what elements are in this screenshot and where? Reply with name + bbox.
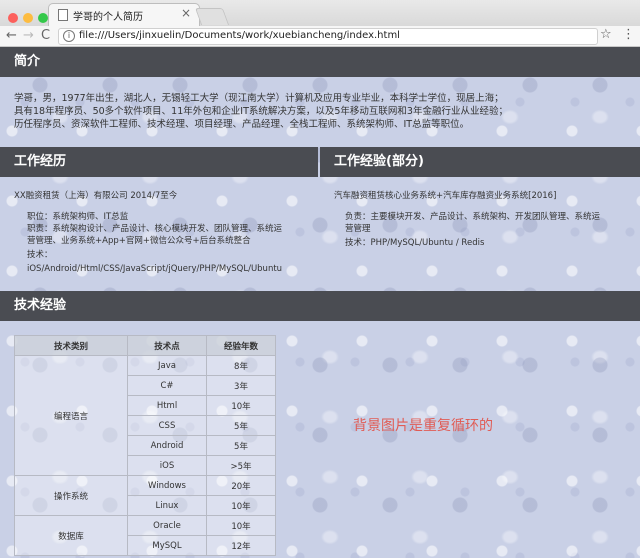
bookmark-star-icon[interactable]: ☆ [600,27,612,42]
skills-heading: 技术经验 [0,291,640,321]
forward-icon[interactable]: → [23,28,34,43]
work-line: iOS/Android/Html/CSS/JavaScript/jQuery/P… [27,264,283,274]
tech-cell: C# [127,375,207,396]
table-row: 数据库 Oracle 10年 [14,515,276,556]
years-cell: 5年 [206,415,276,436]
intro-line: 历任程序员、资深软件工程师、技术经理、项目经理、产品经理、全栈工程师、系统架构师… [14,119,470,130]
work-line: 职责：系统架构设计、产品设计、核心模块开发、团队管理、系统运 [27,224,283,234]
column-header: 经验年数 [206,335,276,356]
tech-cell: Linux [127,495,207,516]
column-header: 技术类别 [14,335,128,356]
window-controls [8,8,53,27]
years-cell: 3年 [206,375,276,396]
browser-tab[interactable]: 学哥的个人简历 × [48,3,200,27]
tech-cell: CSS [127,415,207,436]
work-line: 职位：系统架构师、IT总监 [27,212,129,222]
category-cell: 操作系统 [14,475,128,516]
work-company: XX融资租赁（上海）有限公司 2014/7至今 [14,191,178,201]
background-note: 背景图片是重复循环的 [353,418,493,434]
tech-cell: Html [127,395,207,416]
url-text[interactable]: file:///Users/jinxuelin/Documents/work/x… [79,30,400,41]
category-cell: 数据库 [14,515,128,556]
new-tab-button[interactable] [194,8,230,25]
table-row: 操作系统 Windows 20年 [14,475,276,516]
browser-tab-bar: 学哥的个人简历 × [0,0,640,27]
tab-title: 学哥的个人简历 [73,12,143,23]
experience-project: 汽车融资租赁核心业务系统+汽车库存融资业务系统[2016] [334,191,557,201]
work-heading: 工作经历 [0,147,318,177]
years-cell: 5年 [206,435,276,456]
minimize-window-button[interactable] [23,13,33,23]
close-window-button[interactable] [8,13,18,23]
intro-line: 学哥，男，1977年出生，湖北人，无锡轻工大学（现江南大学）计算机及应用专业毕业… [14,93,504,104]
experience-line: 营管理 [345,224,371,234]
column-header: 技术点 [127,335,207,356]
experience-line: 技术：PHP/MySQL/Ubuntu / Redis [345,238,485,248]
document-icon [58,9,68,21]
info-icon[interactable]: i [63,30,75,42]
tech-cell: MySQL [127,535,207,556]
tech-cell: Windows [127,475,207,496]
intro-heading: 简介 [0,47,640,77]
years-cell: 8年 [206,355,276,376]
reload-icon[interactable]: C [41,28,50,43]
tech-cell: Android [127,435,207,456]
table-row: 编程语言 Java 8年 [14,355,276,476]
browser-menu-icon[interactable]: ⋮ [622,27,635,42]
years-cell: 20年 [206,475,276,496]
experience-heading: 工作经验(部分) [320,147,640,177]
years-cell: 12年 [206,535,276,556]
intro-line: 具有18年程序员、50多个软件项目、11年外包和企业IT系统解决方案，以及5年移… [14,106,508,117]
years-cell: 10年 [206,495,276,516]
skills-table: 技术类别 技术点 经验年数 编程语言 Java 8年 C# 3年 Html 10… [14,335,276,556]
years-cell: >5年 [206,455,276,476]
address-toolbar: ← → C i file:///Users/jinxuelin/Document… [0,26,640,47]
years-cell: 10年 [206,515,276,536]
maximize-window-button[interactable] [38,13,48,23]
category-cell: 编程语言 [14,355,128,476]
resume-page: 简介 学哥，男，1977年出生，湖北人，无锡轻工大学（现江南大学）计算机及应用专… [0,47,640,558]
tech-cell: Java [127,355,207,376]
years-cell: 10年 [206,395,276,416]
table-header-row: 技术类别 技术点 经验年数 [14,335,276,356]
tech-cell: iOS [127,455,207,476]
back-icon[interactable]: ← [6,28,17,43]
experience-line: 负责：主要模块开发、产品设计、系统架构、开发团队管理、系统运 [345,212,601,222]
work-line: 技术： [27,250,53,260]
tech-cell: Oracle [127,515,207,536]
close-tab-icon[interactable]: × [181,6,191,20]
address-bar[interactable]: i file:///Users/jinxuelin/Documents/work… [58,28,598,45]
work-line: 营管理、业务系统+App+官网+微信公众号+后台系统整合 [27,236,251,246]
